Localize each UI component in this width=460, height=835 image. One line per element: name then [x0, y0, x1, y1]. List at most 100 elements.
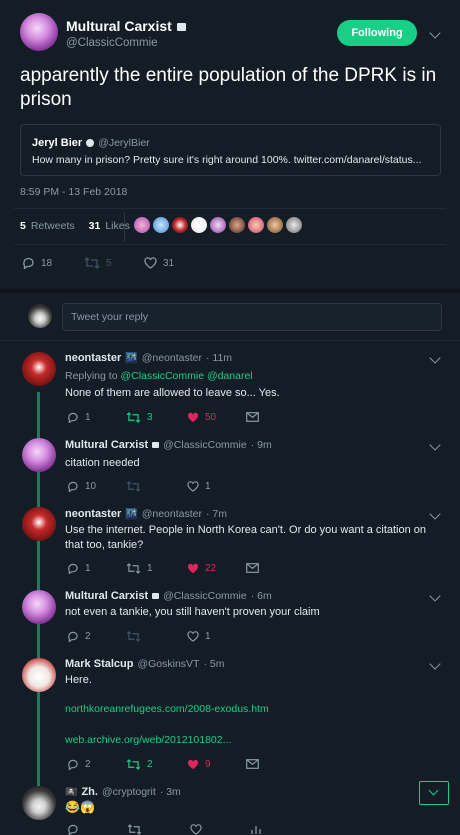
heart-icon [187, 631, 199, 642]
tweet-stats: 5 Retweets 31 Likes [20, 220, 130, 232]
retweet-count: 5 [106, 257, 112, 269]
reply-link[interactable]: northkoreanrefugees.com/2008-exodus.htm [65, 703, 269, 715]
chevron-down-icon[interactable] [429, 508, 441, 520]
reply-avatar[interactable] [22, 507, 56, 541]
user-avatar[interactable] [28, 304, 52, 328]
reply-action[interactable]: 2 [67, 759, 91, 770]
reply-avatar[interactable] [22, 658, 56, 692]
retweets-label[interactable]: Retweets [31, 220, 75, 232]
like-action[interactable]: 1 [187, 631, 211, 642]
reply-time[interactable]: · 11m [206, 352, 232, 364]
retweet-action[interactable]: 5 [84, 257, 112, 269]
like-count: 9 [205, 759, 211, 770]
reply-avatar[interactable] [22, 438, 56, 472]
retweets-count[interactable]: 5 [20, 220, 26, 232]
reply-author-handle[interactable]: @cryptogrit [102, 786, 156, 798]
reply-avatar[interactable] [22, 352, 56, 386]
like-action[interactable]: 22 [187, 563, 216, 574]
reply-header: Mark Stalcup @GoskinsVT · 5m [65, 658, 224, 670]
following-button[interactable]: Following [337, 20, 417, 46]
like-count: 50 [205, 412, 217, 423]
reply-time[interactable]: · 7m [206, 508, 227, 520]
reply-time[interactable]: · 9m [251, 439, 272, 451]
chevron-down-icon[interactable] [429, 27, 441, 39]
retweet-action[interactable]: 2 [126, 759, 153, 770]
reply-text: citation needed [65, 457, 140, 469]
reply-action[interactable]: 1 [67, 412, 91, 423]
retweet-action[interactable]: 1 [126, 563, 153, 574]
chevron-down-icon[interactable] [429, 352, 441, 364]
reply-time[interactable]: · 5m [203, 658, 224, 670]
reply-author-handle[interactable]: @GoskinsVT [137, 658, 199, 670]
like-count: 31 [163, 257, 175, 269]
reply-author-name[interactable]: Zh. [81, 786, 98, 798]
quoted-name: Jeryl Bier [32, 137, 83, 149]
reply-icon [68, 631, 78, 642]
like-action[interactable]: 31 [144, 257, 174, 269]
likes-label[interactable]: Likes [105, 220, 130, 232]
liker-avatar[interactable] [210, 217, 226, 233]
liker-avatar[interactable] [248, 217, 264, 233]
retweet-action[interactable] [126, 481, 141, 492]
reply-author-name[interactable]: Multural Carxist [65, 439, 148, 451]
retweet-action[interactable] [126, 631, 141, 642]
reply-author-name[interactable]: Mark Stalcup [65, 658, 133, 670]
chevron-down-icon[interactable] [429, 658, 441, 670]
replying-to-handles[interactable]: @ClassicCommie @danarel [120, 370, 252, 382]
reply-author-name[interactable]: Multural Carxist [65, 590, 148, 602]
author-handle[interactable]: @ClassicCommie [66, 37, 158, 49]
author-name[interactable]: Multural Carxist [66, 18, 172, 34]
reply-header: neontaster 🌃 @neontaster · 7m [65, 508, 227, 520]
reply-link[interactable]: web.archive.org/web/2012101802... [65, 734, 231, 746]
reply-icon [68, 759, 78, 770]
reply-icon [68, 481, 78, 492]
reply-action[interactable]: 18 [22, 257, 52, 269]
liker-avatar[interactable] [153, 217, 169, 233]
liker-avatar[interactable] [172, 217, 188, 233]
reply-text: Here. [65, 674, 92, 686]
like-action[interactable]: 1 [187, 481, 211, 492]
liker-avatar[interactable] [286, 217, 302, 233]
liker-avatar[interactable] [191, 217, 207, 233]
reply-icon [23, 257, 34, 269]
lock-icon [152, 593, 160, 599]
reply-avatar[interactable] [22, 590, 56, 624]
reply-action[interactable]: 2 [67, 631, 91, 642]
scroll-down-button[interactable] [419, 781, 449, 805]
quoted-handle: @JerylBier [98, 137, 150, 149]
reply-author-name[interactable]: neontaster [65, 352, 121, 364]
reply-text: None of them are allowed to leave so... … [65, 387, 280, 399]
reply-time[interactable]: · 3m [160, 786, 181, 798]
retweet-action[interactable]: 3 [126, 412, 153, 423]
envelope-icon [246, 412, 259, 422]
reply-header: Multural Carxist @ClassicCommie · 9m [65, 439, 272, 451]
reply-author-handle[interactable]: @neontaster [142, 508, 202, 520]
author-name-row[interactable]: Multural Carxist [66, 18, 186, 34]
reply-author-handle[interactable]: @neontaster [142, 352, 202, 364]
like-action[interactable]: 9 [187, 759, 211, 770]
liker-avatar[interactable] [267, 217, 283, 233]
quoted-tweet[interactable]: Jeryl Bier @JerylBier How many in prison… [20, 124, 441, 176]
chevron-down-icon[interactable] [429, 590, 441, 602]
reply-author-name[interactable]: neontaster [65, 508, 121, 520]
reply-icon [68, 563, 78, 574]
reply-action[interactable]: 10 [67, 481, 96, 492]
dm-action[interactable] [246, 759, 259, 769]
reply-action[interactable]: 1 [67, 563, 91, 574]
reply-input[interactable]: Tweet your reply [62, 303, 442, 331]
like-action[interactable]: 50 [187, 412, 216, 423]
likes-count[interactable]: 31 [89, 220, 101, 232]
tweet-timestamp[interactable]: 8:59 PM - 13 Feb 2018 [20, 186, 127, 198]
reply-time[interactable]: · 6m [251, 590, 272, 602]
lock-icon [152, 442, 160, 448]
reply-author-handle[interactable]: @ClassicCommie [163, 439, 247, 451]
liker-avatar[interactable] [229, 217, 245, 233]
author-avatar[interactable] [20, 13, 58, 51]
chevron-down-icon[interactable] [429, 439, 441, 451]
liker-avatar[interactable] [134, 217, 150, 233]
reply-avatar[interactable] [22, 786, 56, 820]
envelope-icon [246, 563, 259, 573]
dm-action[interactable] [246, 563, 259, 573]
dm-action[interactable] [246, 412, 259, 422]
reply-author-handle[interactable]: @ClassicCommie [163, 590, 247, 602]
